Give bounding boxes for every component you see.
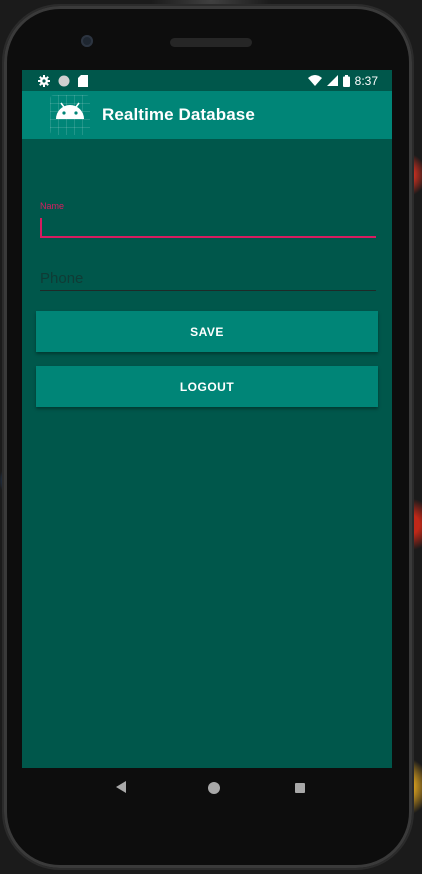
home-circle-icon[interactable]	[207, 782, 220, 794]
text-cursor	[40, 218, 42, 236]
signal-icon	[326, 75, 338, 86]
system-nav-bar	[22, 768, 392, 808]
name-input-wrap	[40, 214, 376, 238]
name-field: Name	[40, 201, 376, 238]
save-button[interactable]: SAVE	[36, 311, 378, 352]
android-icon	[50, 95, 90, 135]
battery-icon	[342, 74, 350, 87]
gear-icon	[38, 74, 50, 87]
sim-card-icon	[78, 74, 88, 87]
circle-icon	[58, 75, 70, 87]
status-bar: 8:37	[22, 70, 392, 91]
app-title: Realtime Database	[102, 105, 255, 124]
front-camera	[81, 35, 93, 47]
status-icons-right: 8:37	[307, 73, 378, 88]
name-input[interactable]	[40, 214, 376, 238]
phone-field	[40, 267, 376, 291]
logout-button[interactable]: LOGOUT	[36, 366, 378, 407]
recents-square-icon[interactable]	[294, 783, 305, 793]
status-icons-left	[38, 74, 88, 87]
app-bar: Realtime Database	[22, 91, 392, 139]
phone-input[interactable]	[40, 267, 376, 291]
app-screen: 8:37 Realtime Database Name SAVE	[22, 70, 392, 768]
back-triangle-icon[interactable]	[109, 780, 133, 796]
wifi-icon	[307, 75, 322, 86]
earpiece-speaker	[170, 38, 252, 47]
status-time: 8:37	[354, 73, 378, 88]
name-field-label: Name	[40, 201, 65, 211]
